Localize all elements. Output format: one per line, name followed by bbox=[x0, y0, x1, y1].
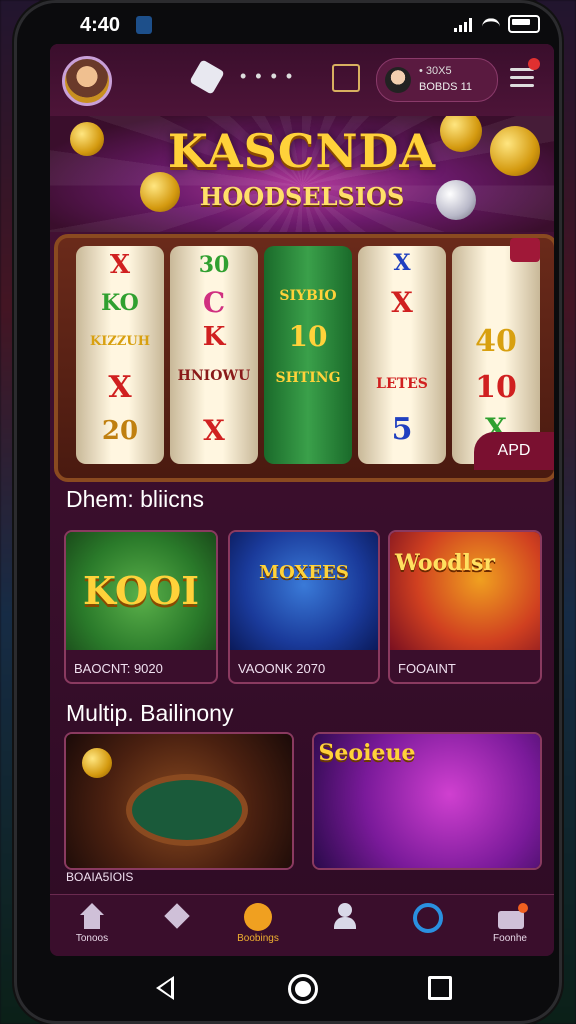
slot-reel: 30 C K HNIOWU X bbox=[170, 246, 258, 464]
section-title: Dhem: bliicns bbox=[66, 486, 205, 512]
reel-symbol: C bbox=[202, 286, 226, 319]
reel-symbol: HNIOWU bbox=[177, 368, 251, 384]
slot-reel: X KO KIZZUH X 20 bbox=[76, 246, 164, 464]
reel-symbol: 5 bbox=[391, 412, 413, 447]
nav-label: Boobings bbox=[237, 933, 279, 944]
reel-symbol: 10 bbox=[288, 320, 328, 353]
home-circle-icon[interactable] bbox=[288, 974, 318, 1004]
slot-tag-icon bbox=[510, 238, 540, 262]
player-face-icon bbox=[385, 67, 411, 93]
nav-item-home[interactable]: Tonoos bbox=[60, 903, 124, 944]
reel-symbol: 30 bbox=[198, 252, 230, 278]
nav-item-diamond[interactable] bbox=[144, 903, 208, 933]
recent-apps-icon[interactable] bbox=[428, 976, 452, 1000]
game-card-caption: BOAIA5IOIS bbox=[66, 870, 134, 884]
game-card[interactable]: Woodlsr FOOAINT bbox=[388, 530, 542, 684]
more-dots-icon[interactable]: • • • • bbox=[240, 66, 294, 87]
coin-balance-pill[interactable]: • 30X5 BOBDS 11 bbox=[376, 58, 498, 102]
reel-symbol: X bbox=[391, 286, 413, 319]
reel-symbol: K bbox=[202, 322, 226, 352]
profile-icon bbox=[330, 903, 358, 931]
wallet-icon bbox=[496, 903, 528, 931]
gift-icon[interactable] bbox=[332, 64, 360, 92]
game-card-art: Seoieue bbox=[314, 734, 540, 868]
dice-icon[interactable] bbox=[189, 59, 225, 95]
status-time: 4:40 bbox=[80, 14, 121, 36]
game-card-art bbox=[66, 734, 292, 868]
nav-label: Tonoos bbox=[75, 933, 109, 944]
hero-subtitle: HOODSELSIOS bbox=[199, 182, 405, 211]
game-card-caption: VAOONK 2070 bbox=[238, 661, 326, 676]
game-card-art: KOOI bbox=[66, 532, 216, 650]
reel-symbol: 40 bbox=[475, 324, 517, 359]
reel-symbol: SIYBIO bbox=[279, 288, 337, 304]
game-card[interactable]: MOXEES VAOONK 2070 bbox=[228, 530, 380, 684]
phone-frame: 4:40 • • • • • 30X5 BOBDS 11 KASCNDA HOO… bbox=[14, 0, 562, 1024]
game-card-title: KOOI bbox=[83, 568, 199, 613]
reel-symbol: 10 bbox=[475, 370, 517, 405]
game-card-art: Woodlsr bbox=[390, 532, 540, 650]
reel-symbol: X bbox=[109, 250, 131, 280]
game-card[interactable]: Seoieue bbox=[312, 732, 542, 870]
gold-coin-icon bbox=[82, 748, 112, 778]
reel-symbol: X bbox=[108, 370, 132, 405]
reel-symbol: SHTING bbox=[275, 370, 341, 386]
notification-icon bbox=[136, 16, 152, 34]
nav-item-profile[interactable] bbox=[312, 903, 376, 933]
section-title: Multip. Bailinony bbox=[66, 700, 234, 726]
nav-label: Foonhe bbox=[493, 933, 527, 944]
game-card[interactable]: KOOI BAOCNT: 9020 bbox=[64, 530, 218, 684]
nav-item-wallet[interactable]: Foonhe bbox=[478, 903, 542, 944]
reel-symbol: X bbox=[393, 250, 411, 276]
reel-symbol: 20 bbox=[101, 416, 139, 446]
home-icon bbox=[78, 903, 106, 931]
reel-symbol: X bbox=[203, 414, 225, 447]
app-screen: • • • • • 30X5 BOBDS 11 KASCNDA HOODSELS… bbox=[50, 44, 554, 956]
game-card[interactable] bbox=[64, 732, 294, 870]
apply-button[interactable]: APD bbox=[474, 432, 554, 470]
refresh-icon bbox=[413, 903, 443, 933]
hero-banner[interactable]: KASCNDA HOODSELSIOS bbox=[50, 116, 554, 232]
bottom-nav: Tonoos Boobings Foonhe bbox=[50, 894, 554, 956]
game-card-caption: BAOCNT: 9020 bbox=[74, 661, 163, 676]
reel-symbol: LETES bbox=[376, 376, 428, 392]
coin-bag-icon bbox=[244, 903, 272, 931]
diamond-icon bbox=[162, 903, 190, 931]
slot-reel: SIYBIO 10 SHTING bbox=[264, 246, 352, 464]
game-card-art: MOXEES bbox=[230, 532, 378, 650]
wifi-icon bbox=[482, 16, 500, 32]
reel-symbol: KO bbox=[101, 290, 139, 316]
battery-icon bbox=[508, 15, 540, 33]
avatar[interactable] bbox=[62, 56, 112, 106]
nav-item-refresh[interactable] bbox=[396, 903, 460, 935]
android-nav-bar bbox=[14, 960, 576, 1024]
game-card-title: Seoieue bbox=[318, 740, 416, 766]
nav-item-bookings[interactable]: Boobings bbox=[226, 903, 290, 944]
roulette-table-icon bbox=[126, 774, 248, 846]
slot-reel: X X LETES 5 bbox=[358, 246, 446, 464]
game-card-caption: FOOAINT bbox=[398, 661, 456, 676]
back-icon[interactable] bbox=[156, 976, 174, 1000]
reel-symbol: KIZZUH bbox=[90, 334, 150, 349]
menu-badge bbox=[528, 58, 540, 70]
hero-title: KASCNDA bbox=[167, 124, 437, 178]
signal-icon bbox=[454, 16, 474, 32]
app-header: • • • • • 30X5 BOBDS 11 bbox=[50, 44, 554, 116]
coin-balance-line2: BOBDS 11 bbox=[419, 81, 472, 93]
menu-button[interactable] bbox=[510, 58, 540, 87]
status-bar: 4:40 bbox=[80, 12, 540, 40]
game-card-title: MOXEES bbox=[259, 562, 349, 583]
coin-balance-line1: • 30X5 bbox=[419, 65, 452, 77]
game-card-title: Woodlsr bbox=[395, 550, 495, 576]
